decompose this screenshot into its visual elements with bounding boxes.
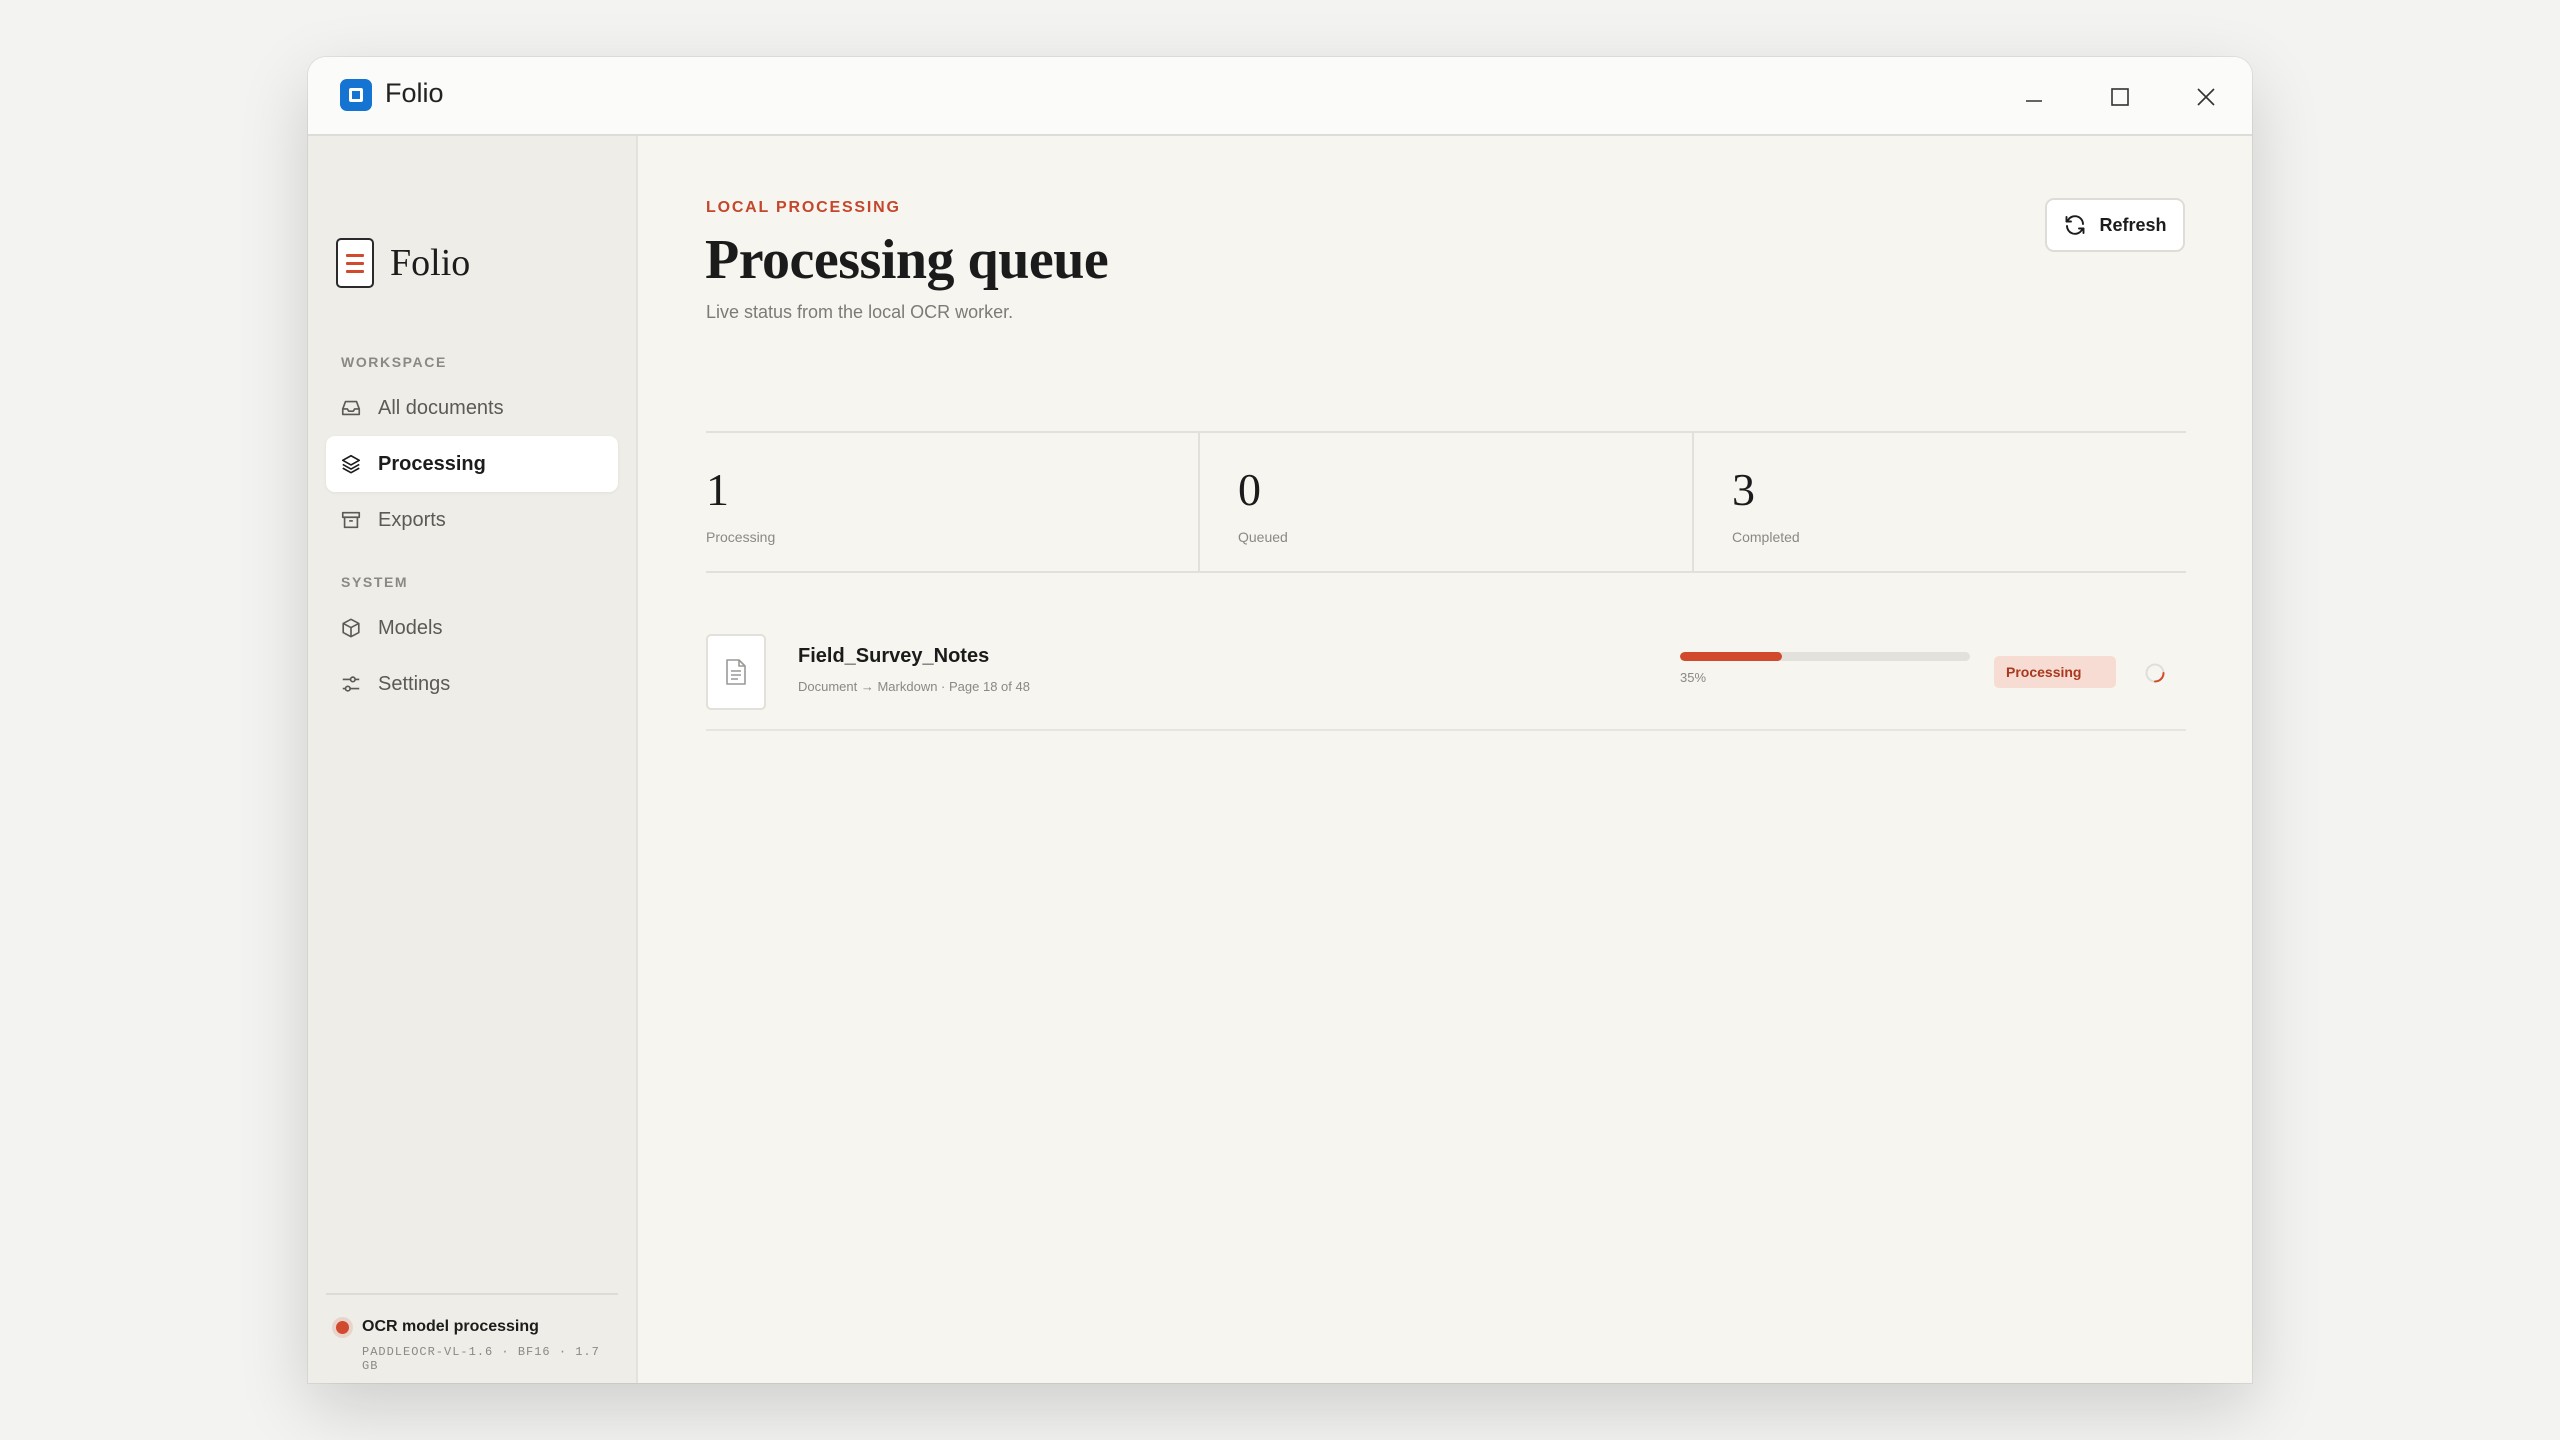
status-dot-icon	[336, 1321, 349, 1334]
loading-spinner-icon	[2144, 662, 2166, 684]
sidebar-item-processing[interactable]: Processing	[326, 436, 618, 492]
sidebar-item-label: Settings	[378, 672, 451, 695]
model-status-panel: OCR model processing PADDLEOCR-VL-1.6 · …	[326, 1293, 618, 1383]
close-icon	[2197, 88, 2215, 106]
maximize-icon	[2111, 88, 2129, 106]
section-label-system: SYSTEM	[341, 574, 409, 590]
queue-job-row[interactable]: Field_Survey_Notes Document → Markdown ·…	[706, 609, 2186, 731]
sidebar-item-label: All documents	[378, 396, 504, 419]
sidebar-item-models[interactable]: Models	[326, 600, 618, 656]
sliders-icon	[340, 673, 362, 695]
main-content: LOCAL PROCESSING Processing queue Live s…	[638, 136, 2252, 1383]
job-progress-fill	[1680, 652, 1782, 661]
job-progress-bar	[1680, 652, 1970, 661]
sidebar-item-settings[interactable]: Settings	[326, 656, 618, 712]
inbox-icon	[340, 397, 362, 419]
stat-label: Queued	[1238, 529, 1288, 545]
sidebar-item-all-documents[interactable]: All documents	[326, 380, 618, 436]
sidebar: Folio WORKSPACE All documents Processing…	[308, 136, 638, 1383]
brand: Folio	[336, 238, 470, 288]
sidebar-item-label: Models	[378, 616, 443, 639]
page-subtitle: Live status from the local OCR worker.	[706, 302, 1014, 322]
page-eyebrow: LOCAL PROCESSING	[706, 199, 901, 216]
app-logo-icon	[340, 79, 372, 111]
app-window: Folio Folio WORKSPACE All documents Proc…	[308, 57, 2252, 1383]
brand-name: Folio	[390, 242, 471, 284]
window-title: Folio	[385, 78, 444, 108]
model-status-detail: PADDLEOCR-VL-1.6 · BF16 · 1.7 GB	[362, 1345, 600, 1373]
refresh-icon	[2063, 213, 2087, 237]
job-progress-label: 35%	[1680, 670, 1707, 685]
stat-label: Completed	[1732, 529, 1800, 545]
page-title: Processing queue	[705, 229, 1109, 291]
model-status-title: OCR model processing	[362, 1318, 539, 1335]
folio-logo-icon	[336, 238, 374, 288]
stat-queued: 0 Queued	[1198, 433, 1692, 571]
refresh-button[interactable]: Refresh	[2045, 198, 2185, 252]
job-name: Field_Survey_Notes	[798, 645, 990, 667]
stats-bar: 1 Processing 0 Queued 3 Completed	[706, 431, 2186, 573]
job-meta: Document → Markdown · Page 18 of 48	[798, 679, 1030, 694]
title-bar: Folio	[308, 57, 2252, 136]
sidebar-item-label: Processing	[378, 452, 486, 475]
minimize-icon	[2026, 100, 2042, 102]
sidebar-item-label: Exports	[378, 508, 446, 531]
archive-icon	[340, 509, 362, 531]
stat-label: Processing	[706, 529, 776, 545]
layers-icon	[340, 453, 362, 475]
cube-icon	[340, 617, 362, 639]
section-label-workspace: WORKSPACE	[341, 354, 447, 370]
minimize-button[interactable]	[2012, 75, 2056, 119]
sidebar-item-exports[interactable]: Exports	[326, 492, 618, 548]
refresh-button-label: Refresh	[2099, 214, 2167, 235]
stat-value: 3	[1732, 464, 1755, 515]
close-button[interactable]	[2184, 75, 2228, 119]
document-icon	[706, 634, 766, 710]
stat-processing: 1 Processing	[706, 433, 1198, 571]
stat-value: 0	[1238, 464, 1261, 515]
maximize-button[interactable]	[2098, 75, 2142, 119]
stat-value: 1	[706, 464, 729, 515]
status-badge: Processing	[1994, 656, 2116, 688]
stat-completed: 3 Completed	[1692, 433, 2186, 571]
